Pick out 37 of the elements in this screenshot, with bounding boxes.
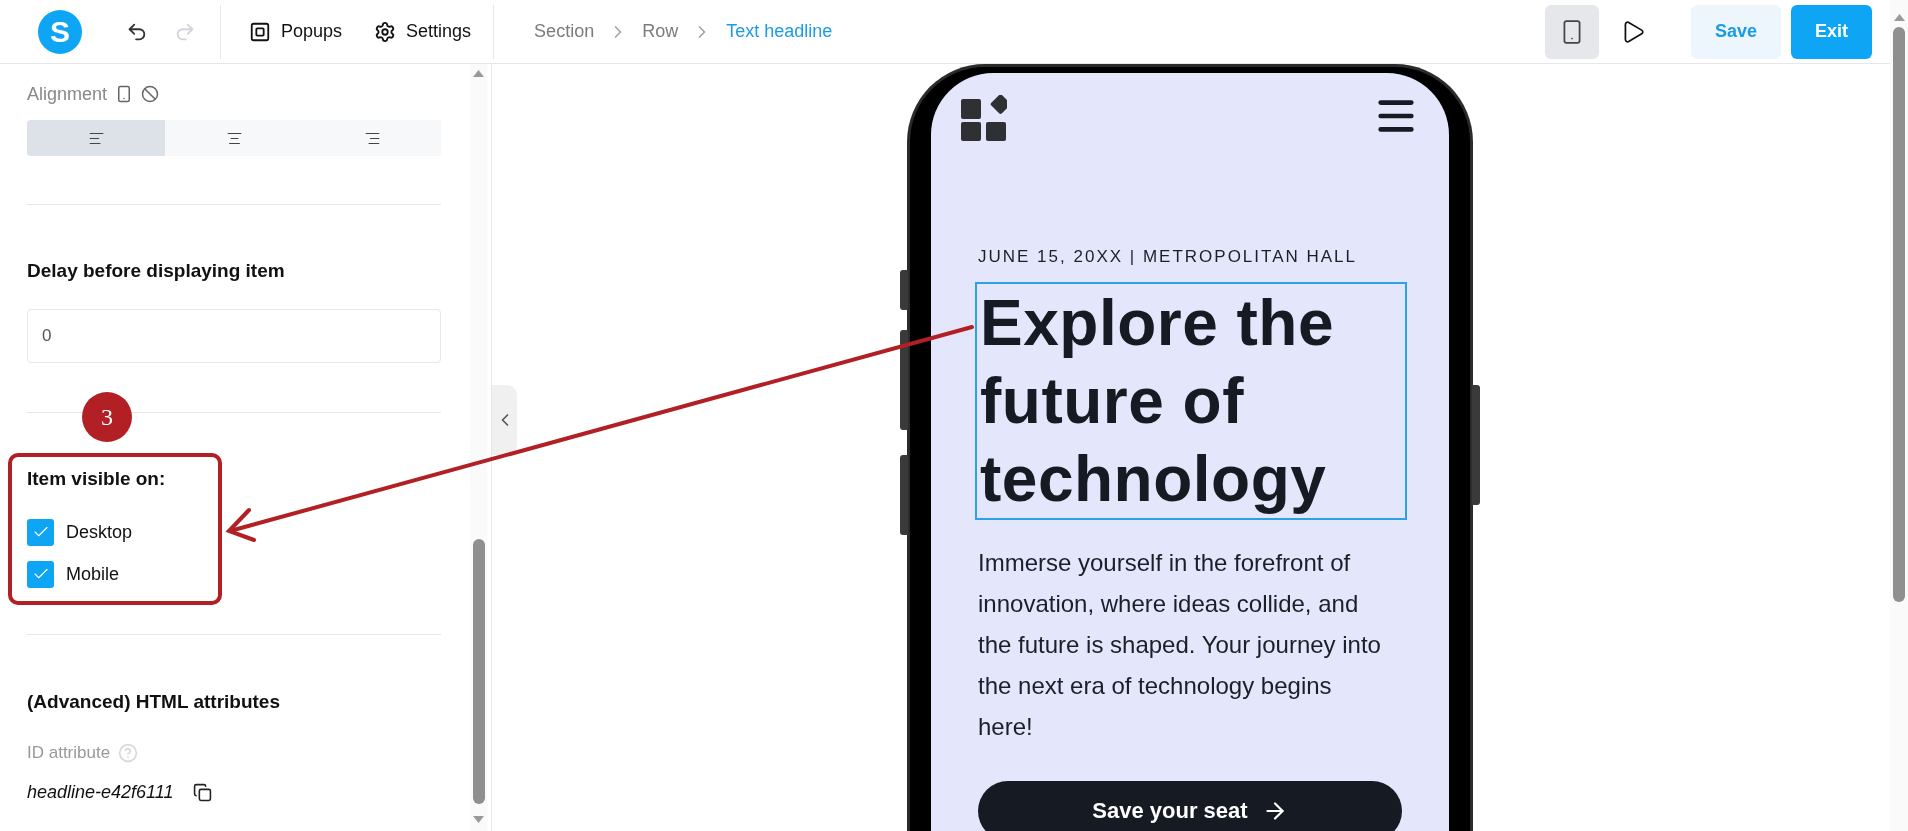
checkbox-label: Desktop: [66, 520, 133, 544]
secondary-button[interactable]: Save: [1690, 4, 1781, 59]
collapse-panel-tab[interactable]: [492, 385, 517, 455]
settings-button[interactable]: Settings: [374, 18, 472, 45]
scrollbar-thumb[interactable]: [472, 539, 485, 804]
logo-icon: [961, 95, 1007, 141]
delay-input[interactable]: 0: [27, 309, 441, 363]
breadcrumb-link[interactable]: Text headline: [726, 18, 833, 45]
step-number-badge: 3: [82, 392, 132, 442]
alignment-label: Alignment: [27, 82, 108, 106]
visibility-label: Item visible on:: [27, 469, 167, 489]
popups-button[interactable]: Popups: [249, 18, 343, 45]
save-seat-button[interactable]: Save your seat: [978, 780, 1402, 831]
delay-label: Delay before displaying item: [27, 261, 286, 281]
copy-icon[interactable]: [193, 782, 213, 802]
headline[interactable]: Explore the future of technology: [975, 281, 1407, 520]
scroll-up-arrow-icon[interactable]: [473, 70, 484, 77]
scroll-up-arrow-icon[interactable]: [1893, 14, 1905, 21]
event-date-venue: JUNE 15, 20XX | METROPOLITAN HALL: [978, 246, 1359, 268]
section-title: (Advanced) HTML attributes: [27, 692, 281, 712]
checkbox[interactable]: [27, 518, 54, 546]
intro-paragraph: Immerse yourself in the forefront of innovation, where ideas collide, and the future is shaped. Your journey into the next era of technology begins here!: [978, 547, 1382, 742]
breadcrumb-link[interactable]: Section: [534, 18, 595, 45]
checkbox[interactable]: [27, 560, 54, 588]
id-attribute-label: ID attribute: [27, 742, 111, 765]
help-icon[interactable]: [118, 743, 139, 763]
disabled-icon: [141, 85, 160, 103]
page-scrollbar-thumb[interactable]: [1893, 27, 1905, 602]
settings-icon: [374, 20, 397, 43]
checkbox-label: Mobile: [66, 562, 120, 586]
app-logo[interactable]: S: [38, 9, 82, 54]
popups-icon: [249, 20, 271, 43]
primary-button[interactable]: Exit: [1791, 4, 1872, 59]
mobile-preview-toggle[interactable]: [1544, 4, 1599, 59]
id-attribute-value: headline-e42f6111: [27, 780, 174, 804]
scroll-down-arrow-icon[interactable]: [473, 816, 484, 823]
breadcrumb-link[interactable]: Row: [642, 18, 679, 45]
